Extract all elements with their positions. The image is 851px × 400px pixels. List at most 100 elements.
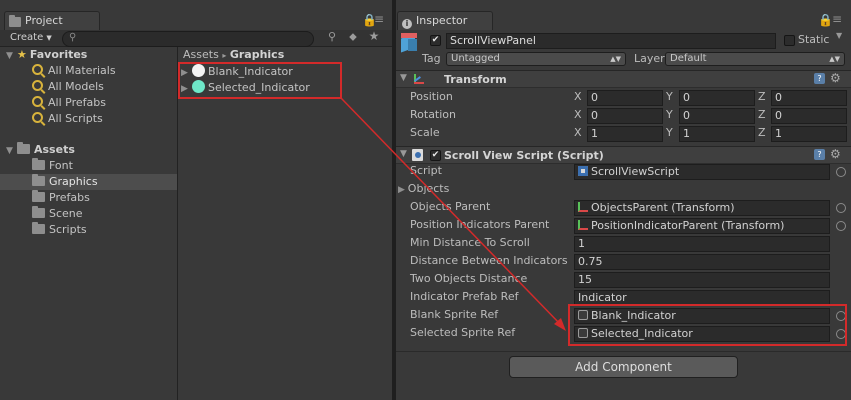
axis-y-label[interactable]: Y [666,89,673,105]
saved-search-icon [32,80,43,91]
settings-gear-icon[interactable]: ⚙ [830,147,841,161]
favorite-item-all-materials[interactable]: All Materials [32,63,116,79]
project-tree: ▼ ★ Favorites All Materials All Models All… [0,47,177,400]
favorite-item-all-scripts[interactable]: All Scripts [32,111,103,127]
tab-project[interactable]: Project [4,11,100,30]
tab-project-label: Project [25,14,63,27]
help-icon[interactable]: ? [814,73,825,84]
transform-y-input[interactable]: 0 [679,90,755,106]
script-component-title: Scroll View Script (Script) [444,149,604,162]
tab-inspector-label: Inspector [416,14,468,27]
object-picker-icon[interactable] [836,203,846,213]
script-field-input[interactable]: 1 [574,236,830,252]
static-dropdown-icon[interactable]: ▼ [836,31,842,40]
transform-z-input[interactable]: 0 [771,108,847,124]
script-field-input[interactable]: ScrollViewScript [574,164,830,180]
transform-y-input[interactable]: 1 [679,126,755,142]
axis-z-label[interactable]: Z [758,89,766,105]
favorites-header[interactable]: ▼ ★ Favorites [6,47,87,63]
axis-y-label[interactable]: Y [666,107,673,123]
object-picker-icon[interactable] [836,221,846,231]
asset-folder-prefabs[interactable]: Prefabs [32,190,90,206]
lock-icon[interactable]: 🔒 [818,13,833,27]
axis-x-label[interactable]: X [574,89,582,105]
script-field-input[interactable]: 0.75 [574,254,830,270]
transform-y-input[interactable]: 0 [679,108,755,124]
search-by-label-icon[interactable]: ⬥ [344,30,362,47]
transform-x-input[interactable]: 0 [587,90,663,106]
settings-gear-icon[interactable]: ⚙ [830,71,841,85]
tab-inspector[interactable]: i Inspector [397,11,493,30]
script-field-input[interactable]: 15 [574,272,830,288]
project-search-input[interactable]: ⚲ [62,31,314,47]
create-button[interactable]: Create ▼ [10,31,52,45]
transform-icon [578,202,588,212]
transform-header[interactable]: ▼ Transform ? ⚙ [396,70,851,88]
layer-dropdown[interactable]: Default ▲▼ [665,52,845,66]
axis-z-label[interactable]: Z [758,107,766,123]
favorite-star-icon[interactable]: ★ [365,29,383,46]
folder-icon [32,158,45,170]
highlight-box-sprite-refs [568,304,847,346]
static-checkbox[interactable] [784,35,795,46]
object-picker-icon[interactable] [836,167,846,177]
script-component-header[interactable]: ▼ ✔ Scroll View Script (Script) ? ⚙ [396,146,851,164]
expand-arrow-icon: ▼ [6,51,13,61]
assets-header[interactable]: ▼ Assets [6,142,75,158]
tag-label: Tag [422,52,441,65]
script-row-label[interactable]: ▶ Objects [398,181,449,197]
script-field-value: ObjectsParent (Transform) [591,201,735,214]
transform-z-input[interactable]: 0 [771,90,847,106]
breadcrumb: Assets ▸ Graphics [178,47,392,63]
asset-folder-scripts[interactable]: Scripts [32,222,87,238]
folder-label: Font [49,159,73,172]
asset-folder-font[interactable]: Font [32,158,73,174]
saved-search-icon [32,112,43,123]
favorite-item-label: All Scripts [48,112,103,125]
favorites-label: Favorites [29,48,88,61]
script-row-label: Blank Sprite Ref [410,308,499,321]
asset-folder-graphics[interactable]: Graphics [0,174,177,190]
foldout-arrow-icon: ▶ [398,185,408,195]
favorite-item-label: All Prefabs [48,96,106,109]
folder-label: Scripts [49,223,87,236]
folder-icon [32,222,45,234]
add-component-button[interactable]: Add Component [509,356,738,378]
object-name-input[interactable]: ScrollViewPanel [446,33,776,49]
asset-folder-scene[interactable]: Scene [32,206,83,222]
foldout-label: Objects [407,182,450,195]
script-field-value: ScrollViewScript [591,165,680,178]
favorite-item-label: All Materials [48,64,116,77]
help-icon[interactable]: ? [814,149,825,160]
script-field-value: 15 [578,273,592,286]
active-checkbox[interactable]: ✔ [430,35,441,46]
tag-dropdown[interactable]: Untagged ▲▼ [446,52,626,66]
favorite-item-all-models[interactable]: All Models [32,79,104,95]
foldout-arrow-icon: ▼ [400,73,407,83]
create-button-label: Create [10,32,44,43]
axis-z-label[interactable]: Z [758,125,766,141]
axis-y-label[interactable]: Y [666,125,673,141]
breadcrumb-current[interactable]: Graphics [230,48,284,61]
layer-label: Layer [634,52,665,65]
search-by-type-icon[interactable]: ⚲ [322,30,342,47]
script-field-input[interactable]: PositionIndicatorParent (Transform) [574,218,830,234]
transform-x-input[interactable]: 0 [587,108,663,124]
transform-x-input[interactable]: 1 [587,126,663,142]
breadcrumb-root[interactable]: Assets [183,48,219,61]
favorites-star-icon: ★ [17,48,27,61]
favorite-item-all-prefabs[interactable]: All Prefabs [32,95,106,111]
component-enabled-checkbox[interactable]: ✔ [430,150,441,161]
axis-x-label[interactable]: X [574,107,582,123]
menu-icon[interactable]: ≡ [374,12,384,26]
dropdown-arrow-icon: ▼ [46,34,52,42]
panel-splitter[interactable] [177,47,178,400]
expand-arrow-icon: ▼ [6,146,13,156]
breadcrumb-separator-icon: ▸ [222,51,227,60]
tag-value: Untagged [451,53,500,64]
axis-x-label[interactable]: X [574,125,582,141]
menu-icon[interactable]: ≡ [832,12,842,26]
script-field-value: 0.75 [578,255,603,268]
transform-z-input[interactable]: 1 [771,126,847,142]
script-field-input[interactable]: ObjectsParent (Transform) [574,200,830,216]
